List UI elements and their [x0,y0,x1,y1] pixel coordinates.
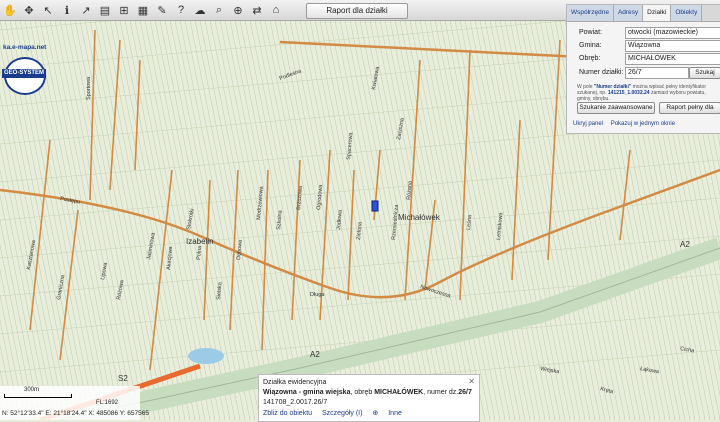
numer-label: Numer działki: [579,69,624,76]
village2-label: Izabelin [186,237,214,246]
arrow-icon[interactable]: ↖ [40,2,56,18]
popup-links: Zbliż do obiektu Szczegóły (I) ⊕ Inne [263,409,410,417]
popup-number-label: , numer dz. [423,389,459,396]
grid-icon[interactable]: ⊞ [116,2,132,18]
print-icon[interactable]: ▤ [97,2,113,18]
scale-ratio: FL:1692 [96,400,119,406]
popup-gmina: Wiązowna - gmina wiejska [263,389,351,396]
cursor-coordinates: N: 52°12'33.4" E: 21°18'24.4" X: 485086 … [2,410,149,417]
zoom-icon[interactable]: ⊕ [230,2,246,18]
obreb-select[interactable]: MICHAŁÓWEK [625,53,720,65]
hint-text: W pole "Numer działki" można wpisać pełn… [577,84,717,102]
scale-line [4,394,72,398]
tab-parcels[interactable]: Działki [643,5,672,21]
popup-title: Działka ewidencyjna [263,379,327,386]
obreb-row: Obręb: MICHAŁÓWEK [567,53,720,65]
tab-addresses[interactable]: Adresy [613,5,644,21]
report-parcel-button[interactable]: Raport dla działki [306,3,408,19]
scale-distance: 300m [24,387,40,393]
obreb-label: Obręb: [579,55,601,62]
close-icon[interactable]: ✕ [468,377,475,386]
search-panel: Współrzędne Adresy Działki Obiekty Powia… [566,4,720,134]
gmina-select[interactable]: Wiązowna [625,40,720,52]
panel-links: Ukryj panel Pokazuj w jednym oknie [573,121,681,127]
building-icon[interactable]: ⌂ [268,2,284,18]
parcel-popup: ✕ Działka ewidencyjna Wiązowna - gmina w… [258,374,480,422]
street-label: Długa [310,292,325,298]
popup-obreb: MICHAŁÓWEK [374,389,424,396]
logo-site: ka.e-mapa.net [3,44,47,51]
search-button[interactable]: Szukaj [689,67,720,79]
village-label: Michałówek [398,213,441,222]
edit-icon[interactable]: ✎ [154,2,170,18]
numer-input[interactable]: 26/7 [625,67,689,79]
zoom-to-object-link[interactable]: Zbliż do obiektu [263,410,312,417]
share-icon[interactable]: ⇄ [249,2,265,18]
hide-panel-link[interactable]: Ukryj panel [573,121,603,127]
advanced-search-button[interactable]: Szukanie zaawansowane [577,102,655,114]
other-link[interactable]: Inne [388,410,402,417]
panel-tabs: Współrzędne Adresy Działki Obiekty [567,5,720,22]
plus-icon[interactable]: ⊕ [372,410,378,417]
scale-bar: 300m FL:1692 N: 52°12'33.4" E: 21°18'24.… [0,386,149,420]
road-s2-label: S2 [118,374,128,383]
street-label: Sportowa [86,76,92,100]
hand-icon[interactable]: ✋ [2,2,18,18]
powiat-select[interactable]: otwocki (mazowieckie) [625,27,720,39]
popup-number: 26/7 [458,389,472,396]
weather-icon[interactable]: ☁ [192,2,208,18]
show-one-window-link[interactable]: Pokazuj w jednym oknie [611,121,675,127]
pond [188,348,224,364]
info-icon[interactable]: ℹ [59,2,75,18]
popup-identifier: 141708_2.0017.26/7 [263,399,328,406]
powiat-row: Powiat: otwocki (mazowieckie) [567,27,720,39]
popup-obreb-label: , obręb [350,389,375,396]
road-a2-label-2: A2 [310,350,320,359]
details-link[interactable]: Szczegóły (I) [322,410,362,417]
pan-icon[interactable]: ✥ [21,2,37,18]
numer-row: Numer działki: 26/7 Szukaj [567,67,720,79]
help-icon[interactable]: ? [173,2,189,18]
layers-icon[interactable]: ▦ [135,2,151,18]
search-icon[interactable]: ⌕ [211,2,227,18]
logo: ka.e-mapa.net GEO-SYSTEM [2,21,47,95]
gmina-label: Gmina: [579,42,602,49]
gmina-row: Gmina: Wiązowna [567,40,720,52]
full-report-button[interactable]: Raport pełny dla [659,102,720,114]
popup-line1: Wiązowna - gmina wiejska, obręb MICHAŁÓW… [263,389,472,396]
hint-example: 141215_1.0032.24 [607,90,650,96]
logo-brand: GEO-SYSTEM [2,69,46,78]
powiat-label: Powiat: [579,29,602,36]
tab-objects[interactable]: Obiekty [671,5,703,21]
road-a2-label: A2 [680,240,690,249]
measure-icon[interactable]: ↗ [78,2,94,18]
tab-coordinates[interactable]: Współrzędne [567,5,614,21]
selected-parcel[interactable] [371,200,379,212]
